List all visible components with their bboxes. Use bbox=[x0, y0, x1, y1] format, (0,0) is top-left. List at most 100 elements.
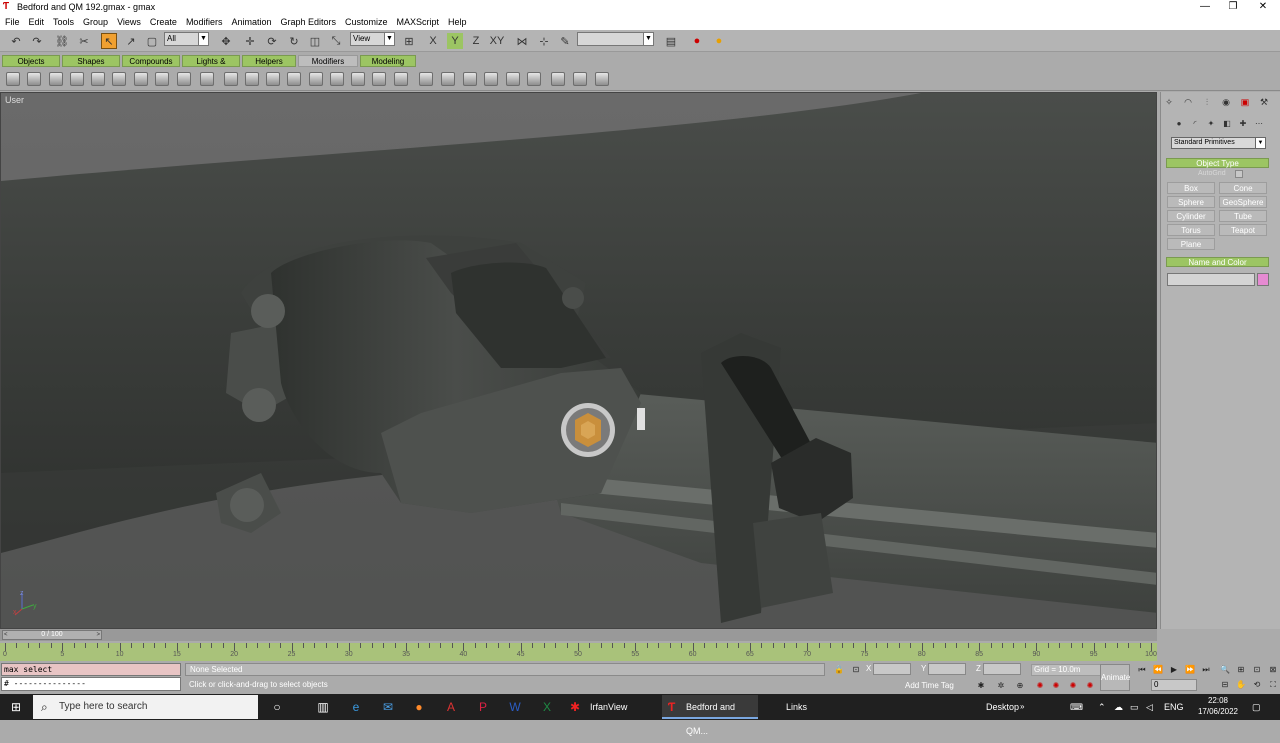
tab-compounds[interactable]: Compounds bbox=[122, 55, 180, 67]
restore-icon[interactable]: ❐ bbox=[1216, 0, 1250, 14]
modifier-icon[interactable] bbox=[441, 72, 455, 86]
geometry-icon[interactable]: ● bbox=[1173, 118, 1185, 130]
scale-alt-icon[interactable]: ⤡ bbox=[328, 33, 344, 49]
menu-create[interactable]: Create bbox=[150, 17, 177, 27]
sphere-button[interactable]: Sphere bbox=[1167, 196, 1215, 208]
mail-icon[interactable]: ✉ bbox=[378, 697, 398, 717]
excel-icon[interactable]: X bbox=[537, 697, 557, 717]
modifier-icon[interactable] bbox=[595, 72, 609, 86]
previous-frame-icon[interactable]: ⏪ bbox=[1152, 664, 1164, 676]
language-indicator[interactable]: ENG bbox=[1164, 697, 1184, 717]
word-icon[interactable]: W bbox=[505, 697, 525, 717]
tab-shapes[interactable]: Shapes bbox=[62, 55, 120, 67]
rollout-name-and-color[interactable]: Name and Color bbox=[1166, 257, 1269, 267]
geosphere-button[interactable]: GeoSphere bbox=[1219, 196, 1267, 208]
plane-button[interactable]: Plane bbox=[1167, 238, 1215, 250]
modifier-icon[interactable] bbox=[27, 72, 41, 86]
volume-icon[interactable]: ◁ bbox=[1146, 697, 1153, 717]
named-selection-icon[interactable]: ✎ bbox=[557, 33, 573, 49]
notifications-icon[interactable]: ▢ bbox=[1252, 697, 1261, 717]
taskbar-irfanview[interactable]: ✱ IrfanView bbox=[566, 695, 658, 719]
chevron-right-icon[interactable]: » bbox=[1020, 697, 1024, 717]
tray-expand-icon[interactable]: ⌃ bbox=[1098, 697, 1106, 717]
modifier-icon[interactable] bbox=[49, 72, 63, 86]
onedrive-icon[interactable]: ☁ bbox=[1114, 697, 1123, 717]
display-tab-icon[interactable]: ▣ bbox=[1238, 96, 1252, 109]
desktop-toolbar[interactable]: Desktop bbox=[986, 697, 1019, 717]
undo-icon[interactable]: ↶ bbox=[8, 33, 24, 49]
menu-edit[interactable]: Edit bbox=[29, 17, 45, 27]
clock[interactable]: 22:08 17/06/2022 bbox=[1196, 695, 1240, 717]
category-dropdown[interactable]: Standard Primitives ▼ bbox=[1171, 137, 1266, 149]
play-icon[interactable]: ▶ bbox=[1168, 664, 1180, 676]
teapot-button[interactable]: Teapot bbox=[1219, 224, 1267, 236]
modifier-icon[interactable] bbox=[134, 72, 148, 86]
torus-button[interactable]: Torus bbox=[1167, 224, 1215, 236]
tab-helpers[interactable]: Helpers bbox=[242, 55, 296, 67]
modifier-icon[interactable] bbox=[573, 72, 587, 86]
viewport-label[interactable]: User bbox=[5, 95, 24, 105]
region-zoom-icon[interactable]: ⊟ bbox=[1219, 679, 1231, 691]
zoom-extents-icon[interactable]: ⊡ bbox=[1251, 664, 1263, 676]
track-view-icon[interactable]: ▤ bbox=[663, 33, 679, 49]
modifier-icon[interactable] bbox=[200, 72, 214, 86]
go-to-end-icon[interactable]: ⏭ bbox=[1200, 664, 1212, 676]
menu-customize[interactable]: Customize bbox=[345, 17, 388, 27]
firefox-icon[interactable]: ● bbox=[409, 697, 429, 717]
maximize-viewport-icon[interactable]: ⛶ bbox=[1267, 679, 1279, 691]
y-constraint-icon[interactable]: Y bbox=[447, 33, 463, 49]
acrobat-icon[interactable]: A bbox=[441, 697, 461, 717]
animate-button[interactable]: Animate bbox=[1100, 664, 1130, 691]
zoom-icon[interactable]: 🔍 bbox=[1219, 664, 1231, 676]
align-icon[interactable]: ⊹ bbox=[536, 33, 552, 49]
lock-icon[interactable]: 🔒 bbox=[833, 664, 845, 676]
lights-icon[interactable]: ✦ bbox=[1205, 118, 1217, 130]
menu-graph-editors[interactable]: Graph Editors bbox=[280, 17, 336, 27]
selection-filter-dropdown[interactable]: All ▼ bbox=[164, 32, 209, 46]
systems-icon[interactable]: ⋯ bbox=[1253, 118, 1265, 130]
modifier-icon[interactable] bbox=[463, 72, 477, 86]
modify-tab-icon[interactable]: ◠ bbox=[1181, 96, 1195, 109]
z-coord-field[interactable] bbox=[983, 663, 1021, 675]
start-button-icon[interactable]: ⊞ bbox=[6, 697, 26, 717]
zoom-extents-all-icon[interactable]: ⊠ bbox=[1267, 664, 1279, 676]
modifier-icon[interactable] bbox=[287, 72, 301, 86]
tab-modifiers[interactable]: Modifiers bbox=[298, 55, 358, 67]
modifier-icon[interactable] bbox=[484, 72, 498, 86]
maxscript-listener-input[interactable]: # --------------- bbox=[1, 677, 181, 691]
menu-help[interactable]: Help bbox=[448, 17, 467, 27]
hierarchy-tab-icon[interactable]: ⫶ bbox=[1200, 96, 1214, 109]
mirror-icon[interactable]: ⋈ bbox=[514, 33, 530, 49]
pivot-center-icon[interactable]: ⊞ bbox=[401, 33, 417, 49]
motion-tab-icon[interactable]: ◉ bbox=[1219, 96, 1233, 109]
zoom-all-icon[interactable]: ⊞ bbox=[1235, 664, 1247, 676]
scale-icon[interactable]: ◫ bbox=[307, 33, 323, 49]
angle-snap-icon[interactable]: ✲ bbox=[995, 680, 1007, 692]
link-icon[interactable]: ⛓ bbox=[54, 33, 70, 49]
menu-modifiers[interactable]: Modifiers bbox=[186, 17, 223, 27]
menu-file[interactable]: File bbox=[5, 17, 20, 27]
taskbar-gmax[interactable]: Ƭ Bedford and QM... bbox=[662, 695, 758, 736]
reference-coordinate-dropdown[interactable]: View ▼ bbox=[350, 32, 395, 46]
object-name-field[interactable] bbox=[1167, 273, 1255, 286]
network-icon[interactable]: ▭ bbox=[1130, 697, 1139, 717]
modifier-icon[interactable] bbox=[506, 72, 520, 86]
y-coord-field[interactable] bbox=[928, 663, 966, 675]
menu-group[interactable]: Group bbox=[83, 17, 108, 27]
redo-icon[interactable]: ↷ bbox=[29, 33, 45, 49]
tab-modeling[interactable]: Modeling bbox=[360, 55, 416, 67]
spinner-snap-icon[interactable]: ✺ bbox=[1034, 680, 1046, 692]
modifier-icon[interactable] bbox=[91, 72, 105, 86]
utilities-tab-icon[interactable]: ⚒ bbox=[1257, 96, 1271, 109]
chevron-left-icon[interactable]: < bbox=[4, 631, 8, 639]
modifier-icon[interactable] bbox=[372, 72, 386, 86]
arc-rotate-icon[interactable]: ⟲ bbox=[1251, 679, 1263, 691]
next-frame-icon[interactable]: ⏩ bbox=[1184, 664, 1196, 676]
modifier-icon[interactable] bbox=[419, 72, 433, 86]
modifier-icon[interactable] bbox=[245, 72, 259, 86]
cortana-icon[interactable]: ○ bbox=[267, 697, 287, 717]
keyframe-icon[interactable]: ✺ bbox=[1067, 680, 1079, 692]
modifier-icon[interactable] bbox=[70, 72, 84, 86]
modifier-icon[interactable] bbox=[6, 72, 20, 86]
current-frame-field[interactable]: 0 bbox=[1151, 679, 1197, 691]
